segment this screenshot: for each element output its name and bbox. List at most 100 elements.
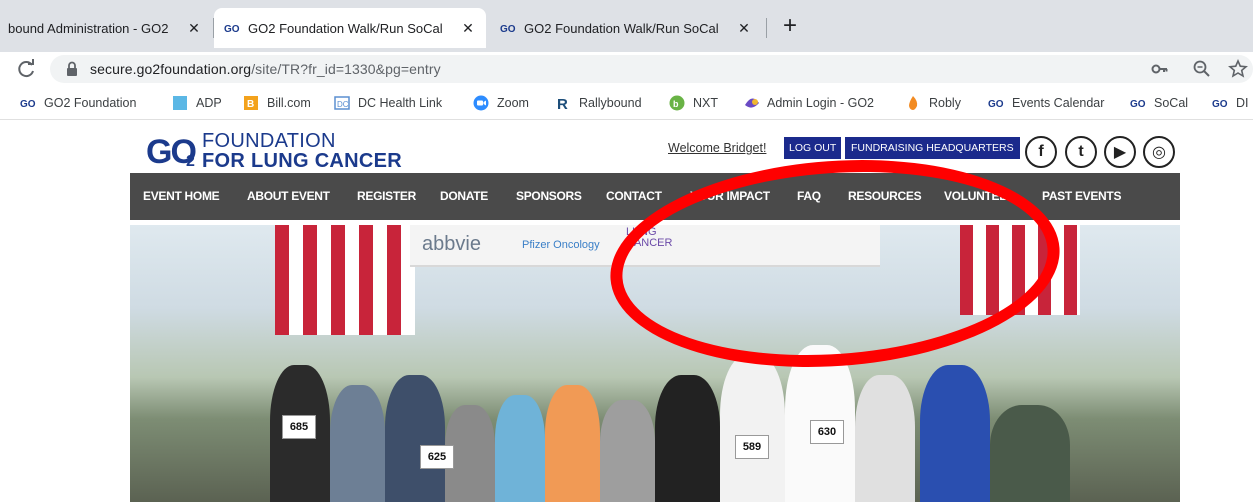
fundraising-headquarters-button[interactable]: FUNDRAISING HEADQUARTERS	[845, 137, 1020, 159]
svg-text:R: R	[557, 96, 568, 111]
nav-register[interactable]: REGISTER	[357, 189, 416, 203]
logo-for-lung-cancer: FOR LUNG CANCER	[202, 150, 403, 172]
facebook-icon[interactable]: f	[1025, 136, 1057, 168]
bookmark-label: Rallybound	[579, 96, 642, 110]
tab-walkrun[interactable]: GO GO2 Foundation Walk/Run SoCal ✕	[490, 8, 762, 48]
go2-icon: GO	[988, 95, 1004, 111]
tab-walkrun-active[interactable]: GO GO2 Foundation Walk/Run SoCal ✕	[214, 8, 486, 48]
hero-photo: abbvie Pfizer Oncology LUNG CANCER 685 6…	[130, 225, 1180, 502]
bookmark-di[interactable]: GO DI	[1212, 95, 1249, 111]
bookmark-label: Bill.com	[267, 96, 311, 110]
key-icon[interactable]	[1150, 59, 1170, 79]
instagram-icon[interactable]: ◎	[1143, 136, 1175, 168]
svg-text:B: B	[247, 99, 254, 110]
tab-title: GO2 Foundation Walk/Run SoCal	[248, 20, 443, 36]
bookmark-label: SoCal	[1154, 96, 1189, 110]
go2-icon: GO	[1130, 95, 1146, 111]
bookmark-admin-login[interactable]: Admin Login - GO2	[743, 95, 874, 111]
bookmark-label: Events Calendar	[1012, 96, 1105, 110]
race-bib: 589	[735, 435, 769, 459]
tab-strip: bound Administration - GO2 ✕ GO GO2 Foun…	[0, 0, 1253, 52]
address-bar[interactable]: secure.go2foundation.org/site/TR?fr_id=1…	[50, 55, 1253, 83]
nav-faq[interactable]: FAQ	[797, 189, 821, 203]
bookmark-label: GO2 Foundation	[44, 96, 137, 110]
logout-button[interactable]: LOG OUT	[784, 137, 842, 159]
twitter-icon[interactable]: t	[1065, 136, 1097, 168]
welcome-link[interactable]: Welcome Bridget!	[668, 141, 766, 155]
go2-favicon-icon: GO	[500, 20, 516, 36]
url-host: secure.go2foundation.org	[90, 61, 252, 77]
logo-two: 2	[186, 153, 195, 170]
american-flag-left	[275, 225, 415, 335]
reload-icon[interactable]	[14, 57, 38, 81]
svg-text:GO: GO	[1212, 99, 1228, 109]
bookmark-nxt[interactable]: b NXT	[669, 95, 718, 111]
browser-toolbar: secure.go2foundation.org/site/TR?fr_id=1…	[0, 52, 1253, 86]
svg-text:GO: GO	[500, 24, 516, 34]
person	[990, 405, 1070, 502]
tab-title: bound Administration - GO2	[8, 20, 169, 36]
bookmark-label: Robly	[929, 96, 961, 110]
youtube-icon[interactable]: ▶	[1104, 136, 1136, 168]
bookmark-label: Zoom	[497, 96, 529, 110]
race-bib: 630	[810, 420, 844, 444]
race-bib: 625	[420, 445, 454, 469]
bookmark-billcom[interactable]: B Bill.com	[243, 95, 311, 111]
svg-text:GO: GO	[1130, 99, 1146, 109]
person	[385, 375, 445, 502]
sponsor-lung-cancer: LUNG CANCER	[626, 226, 673, 249]
lock-icon[interactable]	[66, 61, 78, 77]
sponsor-banner: abbvie Pfizer Oncology LUNG CANCER	[410, 225, 880, 267]
svg-text:GO: GO	[224, 24, 240, 34]
person	[545, 385, 600, 502]
main-nav: EVENT HOME ABOUT EVENT REGISTER DONATE S…	[130, 173, 1180, 220]
go2-foundation-logo[interactable]: GO 2 FOUNDATION FOR LUNG CANCER	[146, 129, 436, 173]
dc-health-icon: DC	[334, 95, 350, 111]
url-path: /site/TR?fr_id=1330&pg=entry	[251, 61, 441, 77]
bookmark-socal[interactable]: GO SoCal	[1130, 95, 1188, 111]
close-icon[interactable]: ✕	[736, 20, 752, 36]
person	[600, 400, 655, 502]
american-flag-right	[960, 225, 1080, 315]
svg-text:GO: GO	[20, 99, 36, 109]
new-tab-button[interactable]: +	[778, 12, 802, 39]
tab-admin[interactable]: bound Administration - GO2 ✕	[0, 8, 212, 48]
nxt-icon: b	[669, 95, 685, 111]
person	[920, 365, 990, 502]
nav-resources[interactable]: RESOURCES	[848, 189, 922, 203]
bookmark-label: NXT	[693, 96, 718, 110]
bookmark-label: ADP	[196, 96, 222, 110]
bookmark-go2-foundation[interactable]: GO GO2 Foundation	[20, 95, 136, 111]
zoom-icon	[473, 95, 489, 111]
bookmarks-bar: GO GO2 Foundation ADP B Bill.com DC DC H…	[0, 86, 1253, 120]
nav-contact[interactable]: CONTACT	[606, 189, 662, 203]
svg-text:b: b	[673, 99, 679, 109]
go2-icon: GO	[20, 95, 36, 111]
nav-about-event[interactable]: ABOUT EVENT	[247, 189, 330, 203]
admin-icon	[743, 95, 759, 111]
nav-past-events[interactable]: PAST EVENTS	[1042, 189, 1121, 203]
nav-sponsors[interactable]: SPONSORS	[516, 189, 582, 203]
close-icon[interactable]: ✕	[186, 20, 202, 36]
nav-donate[interactable]: DONATE	[440, 189, 488, 203]
bookmark-zoom[interactable]: Zoom	[473, 95, 529, 111]
runners-crowd: 685 625 589 630	[250, 335, 1080, 502]
person	[330, 385, 385, 502]
sponsor-pfizer: Pfizer Oncology	[522, 239, 600, 251]
tab-title: GO2 Foundation Walk/Run SoCal	[524, 20, 719, 36]
bookmark-rallybound[interactable]: R Rallybound	[555, 95, 642, 111]
close-icon[interactable]: ✕	[460, 20, 476, 36]
bookmark-events-calendar[interactable]: GO Events Calendar	[988, 95, 1104, 111]
nav-your-impact[interactable]: YOUR IMPACT	[690, 189, 770, 203]
bookmark-adp[interactable]: ADP	[172, 95, 222, 111]
bookmark-label: DC Health Link	[358, 96, 443, 110]
bookmark-label: DI	[1236, 96, 1249, 110]
person	[855, 375, 915, 502]
zoom-icon[interactable]	[1192, 59, 1212, 79]
nav-event-home[interactable]: EVENT HOME	[143, 189, 220, 203]
sponsor-abbvie: abbvie	[422, 233, 481, 255]
bookmark-robly[interactable]: Robly	[905, 95, 961, 111]
bookmark-star-icon[interactable]	[1228, 59, 1248, 79]
bookmark-dc-health-link[interactable]: DC DC Health Link	[334, 95, 442, 111]
nav-volunteer[interactable]: VOLUNTEER	[944, 189, 1016, 203]
